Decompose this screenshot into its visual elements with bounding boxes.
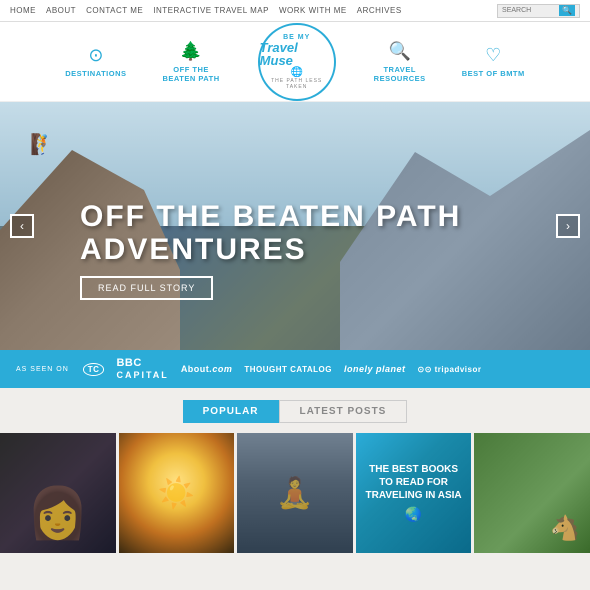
search-box: 🔍 <box>497 4 580 18</box>
search-input[interactable] <box>502 7 557 14</box>
destinations-label: DESTINATIONS <box>65 69 126 78</box>
as-seen-on-bar: AS SEEN ON TC BBCCAPITAL About.com THOUG… <box>0 350 590 388</box>
nav-travel-resources[interactable]: 🔍 TRAVELRESOURCES <box>356 41 444 83</box>
hero-figure: 🧗 <box>30 132 55 157</box>
photo-coastal: 🐴 <box>474 433 590 553</box>
off-beaten-path-label: OFF THEBEATEN PATH <box>163 65 220 83</box>
books-overlay: THE BEST BOOKS TO READ FOR TRAVELING IN … <box>356 433 472 553</box>
grid-item-2[interactable]: ☀️ <box>119 433 235 553</box>
brand-tc: TC <box>83 364 105 374</box>
search-button[interactable]: 🔍 <box>559 5 575 16</box>
brand-logos: TC BBCCAPITAL About.com THOUGHT CATALOG … <box>83 357 574 381</box>
photo-sunrise: ☀️ <box>119 433 235 553</box>
read-full-story-button[interactable]: READ FULL STORY <box>80 276 213 300</box>
hero-slider: 🧗 OFF THE BEATEN PATH ADVENTURES READ FU… <box>0 102 590 350</box>
latest-posts-tab[interactable]: LATEST POSTS <box>279 400 408 423</box>
brand-lonely-planet: lonely planet <box>344 364 406 374</box>
nav-home[interactable]: HOME <box>10 6 36 15</box>
brand-bbc-capital: BBCCAPITAL <box>116 357 168 381</box>
destinations-icon: ⊙ <box>88 45 103 66</box>
nav-about[interactable]: ABOUT <box>46 6 76 15</box>
hero-next-button[interactable]: › <box>556 214 580 238</box>
nav-archives[interactable]: ARCHIVES <box>357 6 402 15</box>
nav-travel-map[interactable]: INTERACTIVE TRAVEL MAP <box>153 6 269 15</box>
grid-item-3[interactable]: 🧘 <box>237 433 353 553</box>
books-globe-icon: 🌏 <box>405 506 422 523</box>
hero-prev-button[interactable]: ‹ <box>10 214 34 238</box>
travel-resources-label: TRAVELRESOURCES <box>374 65 426 83</box>
image-grid: 👩 ☀️ 🧘 THE BEST BOOKS TO READ FOR TRAVEL… <box>0 433 590 553</box>
nav-destinations[interactable]: ⊙ DESTINATIONS <box>47 45 144 78</box>
travel-resources-icon: 🔍 <box>388 41 410 62</box>
logo-globe-icon: 🌐 <box>290 67 302 78</box>
photo-books: THE BEST BOOKS TO READ FOR TRAVELING IN … <box>356 433 472 553</box>
off-beaten-path-icon: 🌲 <box>180 41 202 62</box>
photo-yoga: 🧘 <box>237 433 353 553</box>
logo-tagline: THE PATH LESS TAKEN <box>260 78 334 90</box>
nav-off-beaten-path[interactable]: 🌲 OFF THEBEATEN PATH <box>145 41 238 83</box>
nav-work[interactable]: WORK WITH ME <box>279 6 347 15</box>
best-of-bmtm-icon: ♡ <box>485 45 501 66</box>
nav-best-of-bmtm[interactable]: ♡ BEST OF BMTM <box>444 45 543 78</box>
as-seen-on-label: AS SEEN ON <box>16 366 69 373</box>
main-navigation: ⊙ DESTINATIONS 🌲 OFF THEBEATEN PATH BE M… <box>0 22 590 102</box>
brand-tripadvisor: ⊙⊙ tripadvisor <box>417 365 481 374</box>
photo-woman: 👩 <box>0 433 116 553</box>
nav-contact[interactable]: CONTACT ME <box>86 6 143 15</box>
content-tabs: POPULAR LATEST POSTS <box>0 388 590 433</box>
top-nav-links: HOME ABOUT CONTACT ME INTERACTIVE TRAVEL… <box>10 6 402 15</box>
hero-text: OFF THE BEATEN PATH ADVENTURES READ FULL… <box>80 200 510 300</box>
nav-items: ⊙ DESTINATIONS 🌲 OFF THEBEATEN PATH BE M… <box>10 23 580 101</box>
top-navigation: HOME ABOUT CONTACT ME INTERACTIVE TRAVEL… <box>0 0 590 22</box>
brand-about: About.com <box>181 364 233 374</box>
popular-tab[interactable]: POPULAR <box>183 400 279 423</box>
grid-item-1[interactable]: 👩 <box>0 433 116 553</box>
books-title: THE BEST BOOKS TO READ FOR TRAVELING IN … <box>364 463 464 502</box>
site-logo[interactable]: BE MY Travel Muse 🌐 THE PATH LESS TAKEN <box>238 23 356 101</box>
hero-title: OFF THE BEATEN PATH ADVENTURES <box>80 200 510 266</box>
grid-item-4[interactable]: THE BEST BOOKS TO READ FOR TRAVELING IN … <box>356 433 472 553</box>
logo-travel-muse: Travel Muse <box>260 41 334 67</box>
brand-thought-catalog: THOUGHT CATALOG <box>244 365 332 374</box>
grid-item-5[interactable]: 🐴 <box>474 433 590 553</box>
best-of-bmtm-label: BEST OF BMTM <box>462 69 525 78</box>
logo-circle: BE MY Travel Muse 🌐 THE PATH LESS TAKEN <box>258 23 336 101</box>
